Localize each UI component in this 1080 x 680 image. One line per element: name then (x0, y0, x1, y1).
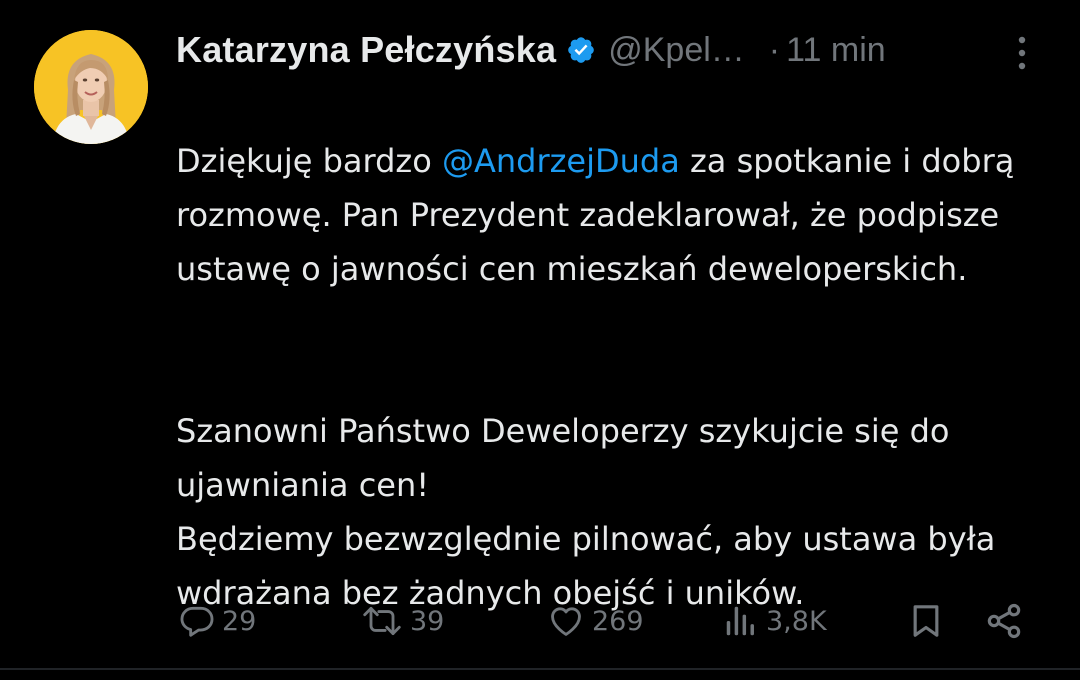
avatar-photo (34, 30, 148, 144)
mention-link[interactable]: @AndrzejDuda (442, 142, 680, 180)
reply-button[interactable]: 29 (178, 596, 256, 646)
like-count: 269 (592, 605, 644, 637)
bottom-divider (0, 668, 1080, 670)
tweet-header: Katarzyna Pełczyńska @Kpel… · 11 min (176, 26, 1046, 74)
reply-icon (180, 606, 214, 637)
share-button[interactable] (984, 596, 1024, 646)
action-bar: 29 39 269 3,8K (0, 596, 1080, 646)
avatar[interactable] (34, 30, 148, 144)
share-icon (987, 603, 1021, 639)
timestamp[interactable]: 11 min (786, 31, 886, 70)
retweet-count: 39 (410, 605, 445, 637)
bookmark-icon (913, 605, 939, 637)
views-count: 3,8K (766, 605, 827, 637)
verified-badge-icon[interactable] (566, 35, 596, 65)
like-button[interactable]: 269 (546, 596, 644, 646)
retweet-button[interactable]: 39 (360, 596, 444, 646)
dot-separator: · (768, 30, 781, 69)
display-name[interactable]: Katarzyna Pełczyńska (176, 29, 556, 71)
bookmark-button[interactable] (906, 596, 946, 646)
heart-icon (551, 607, 581, 636)
reply-count: 29 (222, 605, 257, 637)
retweet-icon (363, 607, 401, 635)
tweet-card[interactable]: Katarzyna Pełczyńska @Kpel… · 11 min Dzi… (0, 0, 1080, 668)
tweet-paragraph-2: Szanowni Państwo Deweloperzy szykujcie s… (176, 412, 996, 612)
text-before-mention: Dziękuję bardzo (176, 142, 442, 180)
tweet-paragraph-1: Dziękuję bardzo @AndrzejDuda za spotkani… (176, 134, 1056, 296)
more-vertical-icon[interactable] (1010, 34, 1034, 72)
views-button[interactable]: 3,8K (722, 596, 827, 646)
author-handle[interactable]: @Kpel… (608, 31, 745, 70)
tweet-text: Dziękuję bardzo @AndrzejDuda za spotkani… (176, 80, 1056, 674)
views-chart-icon (726, 606, 754, 636)
